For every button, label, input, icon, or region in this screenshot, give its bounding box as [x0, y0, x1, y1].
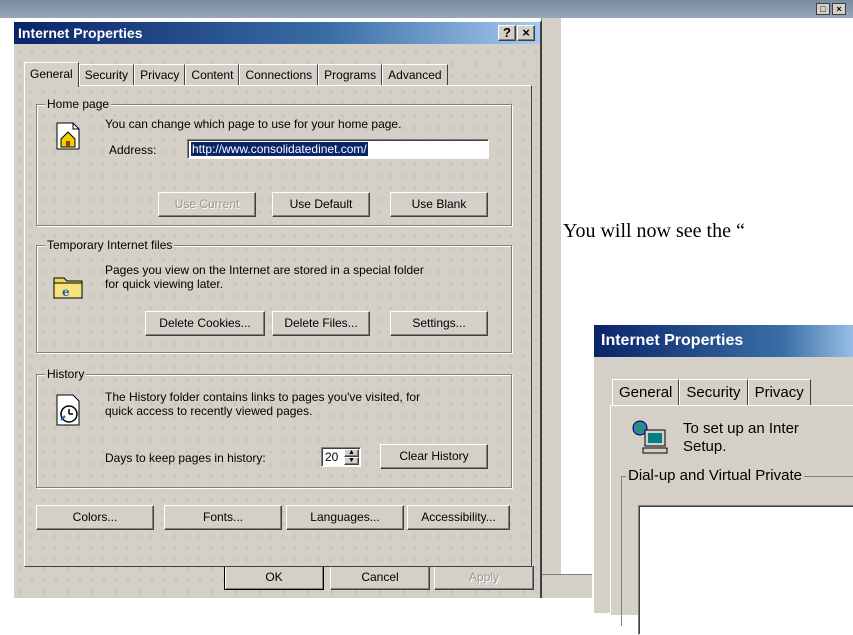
use-blank-button[interactable]: Use Blank: [390, 192, 488, 217]
days-to-keep-value: 20: [325, 450, 339, 464]
network-computer-icon: [632, 420, 668, 454]
languages-button[interactable]: Languages...: [286, 505, 404, 530]
address-label: Address:: [109, 143, 157, 157]
cancel-button[interactable]: Cancel: [330, 565, 430, 590]
use-default-button[interactable]: Use Default: [272, 192, 370, 217]
tab-content[interactable]: Content: [185, 64, 240, 86]
address-value: http://www.consolidatedinet.com/: [191, 142, 368, 156]
home-page-group-label: Home page: [45, 97, 112, 111]
accessibility-button[interactable]: Accessibility...: [407, 505, 510, 530]
tab-strip: General Security Privacy Content Connect…: [24, 62, 448, 87]
dialog-title: Internet Properties: [18, 25, 143, 41]
dialog2-dialup-group-label: Dial-up and Virtual Private: [626, 467, 804, 484]
temporary-files-icon: e: [53, 277, 83, 299]
use-current-button[interactable]: Use Current: [158, 192, 256, 217]
history-description-line2: quick access to recently viewed pages.: [105, 404, 313, 418]
background-window-frame: [541, 18, 561, 598]
tab-connections[interactable]: Connections: [239, 64, 319, 86]
settings-button[interactable]: Settings...: [390, 311, 488, 336]
history-description-line1: The History folder contains links to pag…: [105, 390, 421, 404]
internet-properties-dialog-enlarged: Internet Properties General Security Pri…: [592, 323, 853, 635]
home-page-description: You can change which page to use for you…: [105, 117, 402, 131]
tab-general[interactable]: General: [24, 62, 79, 87]
background-window-titlebar: [0, 0, 853, 18]
dialog-titlebar[interactable]: Internet Properties ? ×: [14, 22, 540, 44]
close-button[interactable]: ×: [517, 25, 535, 41]
clear-history-button[interactable]: Clear History: [380, 444, 488, 469]
dialog2-title: Internet Properties: [601, 332, 744, 349]
dialog2-setup-text-line2: Setup.: [683, 438, 727, 455]
tab-advanced[interactable]: Advanced: [382, 64, 448, 86]
tab-programs[interactable]: Programs: [318, 64, 383, 86]
instruction-text: You will now see the “: [563, 220, 745, 242]
days-spin-up-icon[interactable]: ▲: [344, 449, 359, 457]
dialog2-titlebar[interactable]: Internet Properties: [594, 325, 853, 357]
ok-button[interactable]: OK: [224, 565, 324, 590]
tab-privacy[interactable]: Privacy: [134, 64, 186, 86]
history-group: History The History folder contains link…: [36, 367, 512, 488]
svg-text:e: e: [62, 285, 70, 299]
background-close-icon[interactable]: ×: [832, 3, 846, 15]
home-page-group: Home page You can change which page to u…: [36, 97, 512, 226]
temporary-files-description-line1: Pages you view on the Internet are store…: [105, 263, 424, 277]
address-input[interactable]: http://www.consolidatedinet.com/: [187, 139, 489, 159]
temporary-files-description-line2: for quick viewing later.: [105, 277, 224, 291]
dialog2-tab-privacy[interactable]: Privacy: [747, 379, 811, 405]
dialog2-tab-general[interactable]: General: [612, 379, 680, 405]
history-icon: [56, 394, 80, 426]
dialog2-tab-security[interactable]: Security: [679, 379, 748, 405]
internet-properties-dialog: Internet Properties ? × General Security…: [12, 20, 542, 598]
temporary-files-group-label: Temporary Internet files: [45, 238, 175, 252]
dialog2-dialup-group: Dial-up and Virtual Private: [621, 467, 853, 635]
dialog2-setup-text-line1: To set up an Inter: [683, 420, 799, 437]
dialog2-connections-panel: To set up an Inter Setup. Dial-up and Vi…: [610, 405, 853, 635]
days-to-keep-label: Days to keep pages in history:: [105, 451, 266, 465]
dialog2-tab-strip: General Security Privacy: [612, 379, 811, 405]
delete-cookies-button[interactable]: Delete Cookies...: [145, 311, 265, 336]
colors-button[interactable]: Colors...: [36, 505, 154, 530]
days-spin-down-icon[interactable]: ▼: [344, 457, 359, 465]
temporary-files-group: Temporary Internet files e Pages you vie…: [36, 238, 512, 353]
apply-button[interactable]: Apply: [434, 565, 534, 590]
background-maximize-icon[interactable]: □: [816, 3, 830, 15]
dialog2-connections-list[interactable]: [638, 505, 853, 635]
delete-files-button[interactable]: Delete Files...: [272, 311, 370, 336]
tab-security[interactable]: Security: [78, 64, 135, 86]
help-button[interactable]: ?: [498, 25, 516, 41]
fonts-button[interactable]: Fonts...: [164, 505, 282, 530]
home-page-icon: [56, 122, 80, 150]
history-group-label: History: [45, 367, 87, 381]
